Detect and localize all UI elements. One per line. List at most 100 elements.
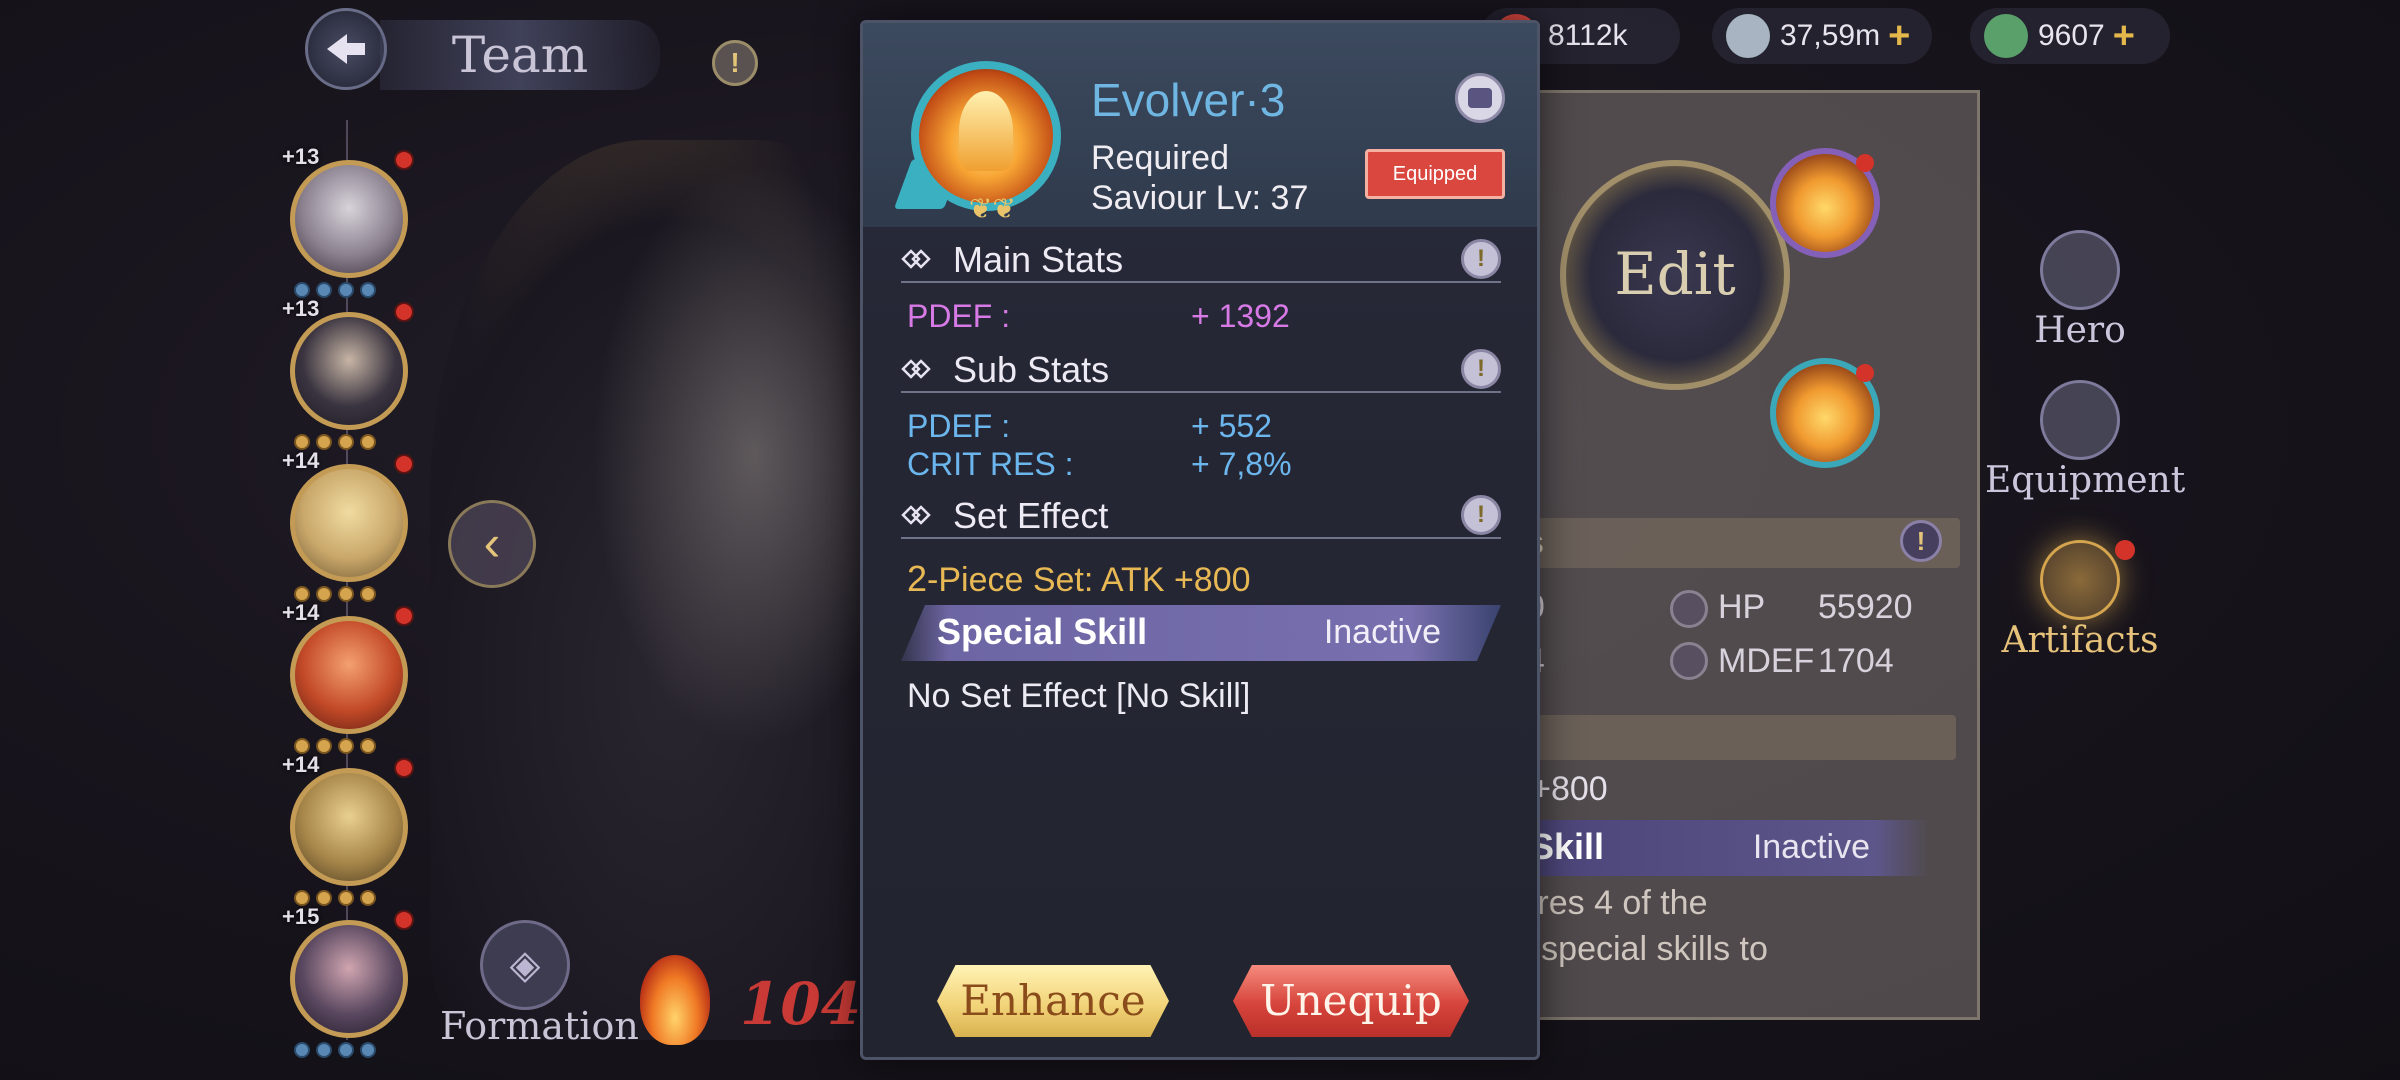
section-title: Sub Stats [953, 349, 1110, 390]
lock-icon [1468, 88, 1492, 108]
notification-dot [394, 910, 414, 930]
hero-level: +13 [282, 144, 320, 169]
skill-name: Special Skill [937, 611, 1148, 652]
flame-power-icon [640, 955, 710, 1045]
stat-name: CRIT RES : [907, 446, 1074, 482]
back-button[interactable] [305, 8, 387, 90]
jade-icon [1984, 14, 2028, 58]
currency-value: 9607 [2038, 19, 2105, 52]
hero-level: +14 [282, 752, 320, 777]
hero-slot[interactable]: +13 [280, 144, 420, 298]
info-icon[interactable]: ! [1461, 349, 1501, 389]
hero-icon [2040, 230, 2120, 310]
edit-button[interactable]: Edit [1560, 240, 1790, 308]
popup-header: ❦❦ Evolver·3 Required Saviour Lv: 37 Equ… [863, 23, 1537, 227]
hero-level: +14 [282, 600, 320, 625]
formation-icon: ◈ [480, 920, 570, 1010]
mdef-icon [1670, 642, 1708, 680]
artifacts-icon [2040, 540, 2120, 620]
hero-level: +15 [282, 904, 320, 929]
section-title: Set Effect [953, 495, 1109, 536]
stat-name: HP [1718, 588, 1766, 626]
saviour-level: Saviour Lv: 37 [1091, 179, 1309, 217]
add-coin-icon[interactable]: + [1888, 15, 1910, 58]
formation-button[interactable]: ◈ Formation [440, 920, 639, 1048]
hero-portrait [290, 616, 408, 734]
skill-status: Inactive [1752, 828, 1870, 866]
previous-hero-button[interactable]: ‹ [448, 500, 536, 588]
nav-label: Equipment [1985, 460, 2186, 501]
currency-jade[interactable]: 9607 + [1970, 8, 2170, 64]
required-label: Required [1091, 139, 1229, 177]
currency-coin[interactable]: 37,59m + [1712, 8, 1932, 64]
nav-artifacts[interactable]: Artifacts [1985, 540, 2175, 661]
add-jade-icon[interactable]: + [2113, 15, 2135, 58]
artifact-slot[interactable] [1770, 148, 1880, 258]
special-skill-bar: Special Skill Inactive [901, 605, 1501, 661]
lock-button[interactable] [1455, 73, 1505, 123]
equipped-badge: Equipped [1365, 149, 1505, 199]
hero-portrait [290, 312, 408, 430]
hero-portrait [290, 920, 408, 1038]
hp-icon [1670, 590, 1708, 628]
hero-slot[interactable]: +15 [280, 904, 420, 1058]
artifact-name: Evolver·3 [1091, 74, 1286, 126]
diamond-icon [901, 249, 931, 269]
back-arrow-icon [327, 34, 365, 64]
formation-label: Formation [440, 1004, 639, 1048]
currency-value: 8112k [1548, 19, 1628, 52]
section-title: Main Stats [953, 239, 1124, 280]
currency-value: 37,59m [1780, 19, 1881, 52]
hero-slot[interactable]: +13 [280, 296, 420, 450]
artifact-stars-icon: ❦❦ [969, 193, 1016, 224]
set-effect-description: No Set Effect [No Skill] [907, 677, 1251, 715]
info-icon[interactable]: ! [1461, 239, 1501, 279]
nav-hero[interactable]: Hero [1985, 230, 2175, 351]
hero-stars [294, 1042, 376, 1058]
stat-value: + 7,8% [1191, 446, 1292, 482]
equipment-icon [2040, 380, 2120, 460]
unequip-button[interactable]: Unequip [1233, 965, 1469, 1037]
info-icon[interactable]: ! [712, 40, 758, 86]
notification-dot [394, 302, 414, 322]
hero-level: +14 [282, 448, 320, 473]
artifact-icon: ❦❦ [893, 61, 1061, 224]
diamond-icon [901, 359, 931, 379]
hero-portrait [290, 160, 408, 278]
notification-dot [1856, 364, 1874, 382]
enhance-button[interactable]: Enhance [937, 965, 1169, 1037]
page-title: Team [380, 20, 660, 90]
hero-level: +13 [282, 296, 320, 321]
info-icon[interactable]: ! [1900, 520, 1942, 562]
skill-status: Inactive [1323, 613, 1441, 651]
stat-name: PDEF : [907, 298, 1011, 334]
set-piece-count: 2 [907, 558, 928, 599]
stat-value: 55920 [1818, 588, 1913, 626]
notification-dot [394, 150, 414, 170]
info-icon[interactable]: ! [1461, 495, 1501, 535]
hero-slot[interactable]: +14 [280, 600, 420, 754]
set-effect-header: Set Effect ! [901, 491, 1501, 539]
notification-dot [2115, 540, 2135, 560]
hero-portrait [290, 768, 408, 886]
hero-slot[interactable]: +14 [280, 752, 420, 906]
notification-dot [394, 758, 414, 778]
artifact-detail-popup: ❦❦ Evolver·3 Required Saviour Lv: 37 Equ… [860, 20, 1540, 1060]
nav-equipment[interactable]: Equipment [1985, 380, 2186, 501]
skill-name: Skill [1530, 826, 1605, 867]
stat-name: PDEF : [907, 408, 1011, 444]
stat-name: MDEF [1718, 642, 1815, 680]
notification-dot [1856, 154, 1874, 172]
main-stats-header: Main Stats ! [901, 235, 1501, 283]
stat-value: + 1392 [1191, 298, 1290, 334]
diamond-icon [901, 505, 931, 525]
hero-slot[interactable]: +14 [280, 448, 420, 602]
nav-label: Artifacts [2001, 620, 2159, 661]
hero-portrait [290, 464, 408, 582]
artifact-slot[interactable] [1770, 358, 1880, 468]
set-effect-text: -Piece Set: ATK +800 [927, 561, 1251, 599]
stat-value: + 552 [1191, 408, 1272, 444]
notification-dot [394, 606, 414, 626]
coin-icon [1726, 14, 1770, 58]
sub-stats-header: Sub Stats ! [901, 345, 1501, 393]
